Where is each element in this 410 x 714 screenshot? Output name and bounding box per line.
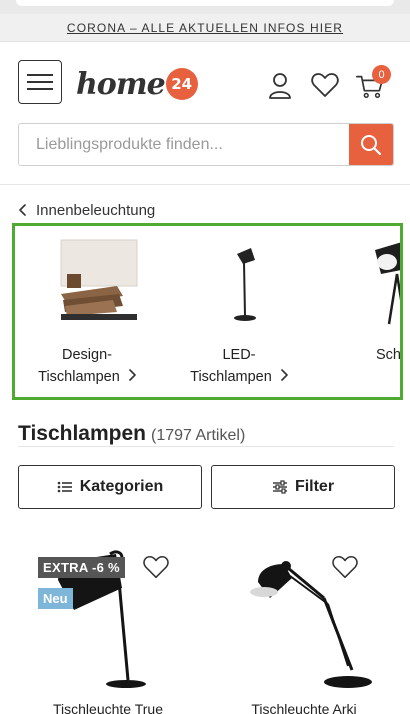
search-bar [18, 123, 394, 166]
category-design-tischlampen[interactable]: Design- Tischlampen [17, 234, 157, 394]
page-title: Tischlampen [18, 422, 146, 445]
category-label-text: Tischlampen [190, 369, 272, 385]
category-label: Design- Tischlampen [38, 344, 136, 388]
categories-button[interactable]: Kategorien [18, 465, 202, 509]
discount-badge: EXTRA -6 % [38, 557, 125, 578]
menu-button[interactable] [18, 60, 62, 104]
list-icon [57, 481, 72, 493]
led-lamp-image [234, 248, 256, 321]
chevron-left-icon [19, 204, 26, 216]
wishlist-heart-icon[interactable] [142, 553, 170, 581]
product-title[interactable]: Tischleuchte True [18, 701, 198, 714]
category-label-line: Tischlampen [190, 366, 288, 388]
category-led-tischlampen[interactable]: LED- Tischlampen [169, 234, 309, 394]
product-card[interactable]: Tischleuchte Arki [214, 540, 394, 714]
category-schreibtischlampen[interactable]: Schreibti pen [321, 234, 403, 394]
design-lamp-image [60, 239, 138, 320]
sliders-icon [272, 480, 287, 494]
category-carousel: Design- Tischlampen LED- Tischlampen Sch… [12, 223, 403, 400]
category-label-line: LED- [222, 347, 256, 363]
category-label-line: pen [376, 366, 400, 388]
listing-title-row: Tischlampen (1797 Artikel) [18, 422, 245, 446]
article-count: (1797 Artikel) [151, 427, 246, 444]
category-label-line: Design- [62, 347, 112, 363]
header-divider [0, 184, 410, 185]
category-label: Schreibti pen [376, 344, 403, 388]
product-image [250, 561, 372, 688]
heart-icon[interactable] [310, 70, 340, 100]
category-label: LED- Tischlampen [190, 344, 288, 388]
site-header: home 24 0 [0, 42, 410, 122]
category-label-line: Schreibti [376, 347, 403, 363]
filter-button-label: Filter [294, 478, 335, 495]
search-button[interactable] [349, 124, 393, 165]
search-icon [361, 134, 382, 155]
promo-banner[interactable]: CORONA – ALLE AKTUELLEN INFOS HIER [0, 14, 410, 42]
categories-button-label: Kategorien [79, 478, 164, 495]
breadcrumb[interactable]: Innenbeleuchtung [18, 200, 155, 220]
desk-lamp-image [375, 242, 400, 325]
logo[interactable]: home 24 [76, 64, 198, 104]
search-input[interactable] [19, 124, 349, 165]
browser-url-pill [16, 0, 394, 6]
chevron-right-icon [281, 369, 288, 381]
menu-icon-bar [27, 81, 53, 83]
wishlist-heart-icon[interactable] [331, 553, 359, 581]
category-label-line: Tischlampen [38, 366, 136, 388]
promo-link[interactable]: CORONA – ALLE AKTUELLEN INFOS HIER [67, 21, 343, 35]
menu-icon-bar [27, 88, 53, 90]
product-title[interactable]: Tischleuchte Arki [214, 701, 394, 714]
browser-top-bar [0, 0, 410, 14]
chevron-right-icon [129, 369, 136, 381]
filter-button[interactable]: Filter [211, 465, 395, 509]
title-divider [18, 446, 394, 447]
menu-icon-bar [27, 74, 53, 76]
logo-badge: 24 [165, 68, 198, 100]
product-card[interactable]: EXTRA -6 % Neu Tischleuchte True [18, 540, 198, 714]
user-icon[interactable] [265, 70, 295, 100]
cart-count-badge: 0 [372, 65, 391, 84]
new-badge: Neu [38, 588, 73, 609]
category-label-text: Tischlampen [38, 369, 120, 385]
logo-word: home [76, 66, 166, 102]
breadcrumb-label: Innenbeleuchtung [36, 201, 156, 219]
